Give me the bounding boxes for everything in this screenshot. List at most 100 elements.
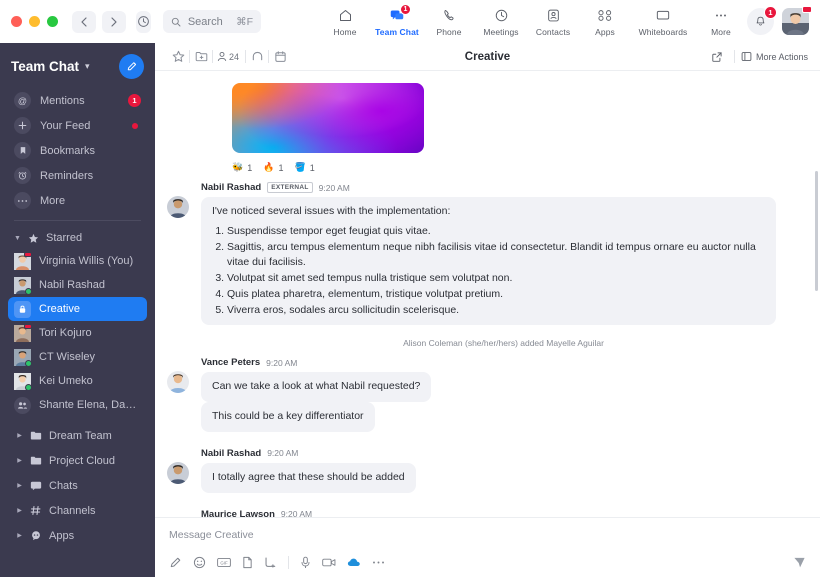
add-folder-icon[interactable] (190, 47, 212, 67)
audio-icon[interactable] (300, 556, 311, 569)
notifications-button[interactable]: 1 (747, 6, 777, 35)
composer-input[interactable]: Message Creative (155, 518, 820, 552)
recording-indicator (802, 6, 812, 13)
maximize-window-button[interactable] (47, 16, 58, 27)
topnav-item-contacts[interactable]: Contacts (527, 7, 579, 37)
search-placeholder: Search (187, 15, 223, 28)
topnav-item-team-chat[interactable]: 1 Team Chat (371, 3, 423, 37)
emoji-icon[interactable] (193, 556, 206, 569)
sidebar-divider (14, 220, 141, 221)
reaction-chip[interactable]: 🐝 1 (232, 162, 252, 173)
compose-button[interactable] (119, 53, 144, 79)
sidebar-title: Team Chat (11, 58, 80, 74)
sidebar-item-nabil-rashad[interactable]: Nabil Rashad (8, 273, 147, 297)
avatar (14, 323, 32, 342)
topnav-item-apps[interactable]: Apps (579, 7, 631, 37)
system-message: Alison Coleman (she/her/hers) added Maye… (403, 338, 604, 349)
sidebar-item-reminders[interactable]: Reminders (8, 163, 147, 188)
avatar[interactable] (167, 371, 189, 394)
sidebar-item-virginia-willis[interactable]: Virginia Willis (You) (8, 249, 147, 273)
presence-indicator (25, 287, 32, 295)
minimize-window-button[interactable] (29, 16, 40, 27)
reaction-chip[interactable]: 🔥 1 (263, 162, 283, 173)
more-actions-button[interactable]: More Actions (741, 51, 808, 62)
reaction-chip[interactable]: 🪣 1 (294, 162, 314, 173)
topnav-item-whiteboards[interactable]: Whiteboards (631, 7, 695, 37)
sidebar-item-your-feed[interactable]: Your Feed (8, 113, 147, 138)
message-bubble[interactable]: This could be a key differentiator (201, 402, 375, 432)
sidebar-item-bookmarks[interactable]: Bookmarks (8, 138, 147, 163)
message-time: 9:20 AM (266, 357, 298, 368)
composer-placeholder: Message Creative (169, 529, 254, 541)
video-icon[interactable] (322, 557, 336, 568)
send-button[interactable] (793, 556, 806, 569)
file-icon[interactable] (242, 556, 253, 569)
chat-icon (30, 480, 42, 491)
navigation-buttons[interactable] (72, 10, 126, 33)
external-link-icon[interactable] (706, 47, 728, 67)
gradient-image-attachment[interactable] (232, 83, 424, 153)
sidebar-folder-apps[interactable]: ▶ Apps (8, 523, 147, 548)
app-window: Search ⌘F Home 1 Team Chat Phone Meeting… (0, 0, 820, 577)
topnav-item-phone[interactable]: Phone (423, 7, 475, 37)
cloud-icon[interactable] (347, 557, 361, 568)
calendar-icon[interactable] (269, 47, 291, 67)
home-icon (338, 8, 353, 24)
sidebar-folder-dream-team[interactable]: ▶ Dream Team (8, 423, 147, 448)
sidebar-folder-chats[interactable]: ▶ Chats (8, 473, 147, 498)
ellipsis-icon (14, 192, 31, 209)
window-controls[interactable] (0, 16, 58, 27)
close-window-button[interactable] (11, 16, 22, 27)
member-count[interactable]: 24 (213, 51, 245, 62)
user-avatar[interactable] (782, 6, 812, 35)
top-navigation[interactable]: Home 1 Team Chat Phone Meetings Contacts… (319, 3, 747, 37)
sidebar-folder-label-project-cloud: Project Cloud (49, 454, 116, 467)
screenshot-icon[interactable] (264, 556, 277, 569)
channel-header: 24 Creative More Actions (155, 43, 820, 71)
topnav-item-more[interactable]: More (695, 7, 747, 37)
search-icon (171, 17, 181, 26)
channel-header-actions: More Actions (706, 47, 808, 67)
sidebar-item-tori-kojuro[interactable]: Tori Kojuro (8, 321, 147, 345)
sidebar-group-starred[interactable]: ▼ Starred (0, 227, 155, 249)
sidebar-group-label-starred: Starred (46, 232, 83, 244)
message-bubble[interactable]: I totally agree that these should be add… (201, 462, 416, 493)
search-shortcut: ⌘F (236, 15, 253, 28)
at-icon: @ (14, 92, 31, 109)
message-composer: Message Creative GIF (155, 517, 820, 577)
topnav-label-home: Home (333, 26, 357, 37)
ellipsis-icon[interactable] (372, 560, 385, 565)
avatar[interactable] (167, 461, 189, 484)
sidebar-label-tori-kojuro: Tori Kojuro (39, 327, 92, 339)
sidebar-item-creative[interactable]: Creative (8, 297, 147, 321)
message-bubble[interactable]: I've noticed several issues with the imp… (201, 197, 776, 326)
format-icon[interactable] (169, 556, 182, 569)
sidebar-folder-channels[interactable]: ▶ Channels (8, 498, 147, 523)
huddle-icon[interactable] (246, 47, 268, 67)
message-list[interactable]: 🐝 1 🔥 1 🪣 1 Nabil Rashad EXTERNAL 9:20 A… (155, 71, 820, 517)
sidebar-item-mentions[interactable]: @ Mentions 1 (8, 88, 147, 113)
message-list-item: Sagittis, arcu tempus elementum neque ni… (227, 240, 765, 272)
message-meta: Nabil Rashad EXTERNAL 9:20 AM (201, 182, 806, 193)
star-icon[interactable] (167, 47, 189, 67)
search-input[interactable]: Search ⌘F (162, 10, 261, 33)
gif-icon[interactable]: GIF (217, 557, 231, 568)
sidebar-item-ct-wiseley[interactable]: CT Wiseley (8, 345, 147, 369)
chevron-down-icon[interactable]: ▾ (85, 61, 90, 72)
sidebar-item-group-chat[interactable]: Shante Elena, Daniel Bow... (8, 393, 147, 417)
sidebar-item-kei-umeko[interactable]: Kei Umeko (8, 369, 147, 393)
avatar (14, 372, 32, 391)
hash-icon (30, 505, 42, 516)
forward-button[interactable] (102, 10, 126, 33)
message-bubble[interactable]: Can we take a look at what Nabil request… (201, 372, 432, 402)
avatar[interactable] (167, 196, 189, 218)
sidebar-label-kei-umeko: Kei Umeko (39, 375, 93, 387)
history-button[interactable] (136, 10, 151, 33)
topnav-item-home[interactable]: Home (319, 7, 371, 37)
topnav-item-meetings[interactable]: Meetings (475, 7, 527, 37)
message-item: Nabil Rashad 9:20 AM I totally agree tha… (167, 448, 806, 493)
sidebar-folder-project-cloud[interactable]: ▶ Project Cloud (8, 448, 147, 473)
sidebar-item-more[interactable]: More (8, 188, 147, 213)
back-button[interactable] (72, 10, 96, 33)
apps-icon (597, 8, 613, 24)
